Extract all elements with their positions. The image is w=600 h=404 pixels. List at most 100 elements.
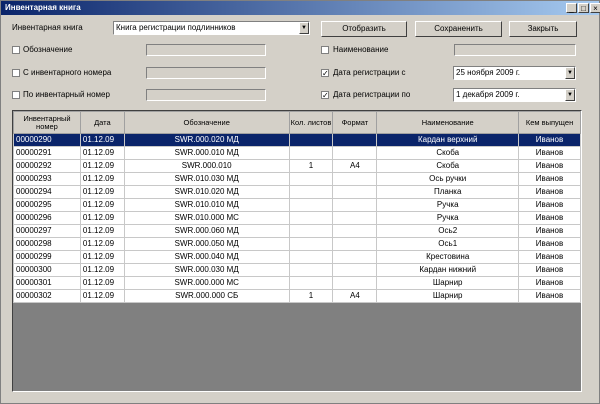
close-window-button[interactable]: × <box>590 3 600 13</box>
from-inv-label: С инвентарного номера <box>23 68 112 77</box>
table-cell: SWR.000.050 МД <box>123 237 290 251</box>
table-cell: Иванов <box>518 224 581 238</box>
table-cell: Скоба <box>376 146 520 160</box>
table-row[interactable]: 00000302 01.12.09 SWR.000.000 СБ 1 A4 Шарнир И… <box>13 289 581 303</box>
table-cell: A4 <box>332 289 378 303</box>
book-select-value: Книга регистрации подлинников <box>116 23 236 32</box>
chevron-down-icon[interactable]: ▼ <box>299 22 309 34</box>
table-cell <box>288 263 334 277</box>
book-label: Инвентарная книга <box>12 23 83 32</box>
display-button[interactable]: Отобразить <box>321 21 407 37</box>
designation-field[interactable] <box>146 44 266 56</box>
date-to-picker[interactable]: 1 декабря 2009 г. ▼ <box>453 88 576 102</box>
chevron-down-icon[interactable]: ▼ <box>565 67 575 79</box>
table-cell: Иванов <box>518 172 581 186</box>
title-bar[interactable]: Инвентарная книга _ □ × <box>1 1 600 15</box>
table-cell <box>288 224 334 238</box>
date-from-checkbox[interactable]: ✓ <box>321 69 329 78</box>
table-row[interactable]: 00000301 01.12.09 SWR.000.000 МС Шарнир Иван… <box>13 276 581 290</box>
column-header[interactable]: Формат <box>332 111 378 134</box>
table-cell: Иванов <box>518 250 581 264</box>
table-cell: Планка <box>376 185 520 199</box>
table-cell: Ось ручки <box>376 172 520 186</box>
save-button[interactable]: Сохраненить <box>415 21 502 37</box>
table-cell <box>288 276 334 290</box>
table-cell: SWR.000.040 МД <box>123 250 290 264</box>
to-inv-label: По инвентарный номер <box>23 90 110 99</box>
table-cell: 01.12.09 <box>79 263 125 277</box>
table-cell: 01.12.09 <box>79 133 125 147</box>
table-row[interactable]: 00000297 01.12.09 SWR.000.060 МД Ось2 Иванов <box>13 224 581 238</box>
table-cell <box>332 185 378 199</box>
table-row[interactable]: 00000295 01.12.09 SWR.010.010 МД Ручка Ивано… <box>13 198 581 212</box>
table-row[interactable]: 00000293 01.12.09 SWR.010.030 МД Ось ручки И… <box>13 172 581 186</box>
table-cell: 00000296 <box>13 211 81 225</box>
table-cell: 01.12.09 <box>79 172 125 186</box>
table-cell: 01.12.09 <box>79 224 125 238</box>
table-row[interactable]: 00000294 01.12.09 SWR.010.020 МД Планка Иван… <box>13 185 581 199</box>
window-title: Инвентарная книга <box>5 3 81 12</box>
table-cell <box>288 237 334 251</box>
name-label: Наименование <box>333 45 389 54</box>
table-cell: 00000298 <box>13 237 81 251</box>
table-cell: SWR.000.030 МД <box>123 263 290 277</box>
table-cell <box>332 172 378 186</box>
table-cell: 01.12.09 <box>79 146 125 160</box>
table-cell: SWR.000.020 МД <box>123 133 290 147</box>
column-header[interactable]: Кем выпущен <box>518 111 581 134</box>
table-cell: Иванов <box>518 198 581 212</box>
chevron-down-icon[interactable]: ▼ <box>565 89 575 101</box>
column-header[interactable]: Кол. листов <box>288 111 334 134</box>
table-cell: 01.12.09 <box>79 289 125 303</box>
close-button[interactable]: Закрыть <box>509 21 577 37</box>
column-header[interactable]: Наименование <box>376 111 520 134</box>
from-inv-field[interactable] <box>146 67 266 79</box>
table-cell: 00000293 <box>13 172 81 186</box>
table-row[interactable]: 00000298 01.12.09 SWR.000.050 МД Ось1 Иванов <box>13 237 581 251</box>
table-cell: Ось1 <box>376 237 520 251</box>
column-header[interactable]: Обозначение <box>123 111 290 134</box>
table-cell: SWR.010.010 МД <box>123 198 290 212</box>
table-cell: Ручка <box>376 198 520 212</box>
table-cell <box>288 185 334 199</box>
table-cell <box>332 237 378 251</box>
column-header[interactable]: Дата <box>79 111 125 134</box>
to-inv-field[interactable] <box>146 89 266 101</box>
date-to-label: Дата регистрации по <box>333 90 411 99</box>
table-cell: 00000291 <box>13 146 81 160</box>
table-cell: Иванов <box>518 263 581 277</box>
date-to-checkbox[interactable]: ✓ <box>321 91 329 100</box>
from-inv-checkbox[interactable] <box>12 69 20 77</box>
table-cell: Иванов <box>518 185 581 199</box>
column-header[interactable]: Инвентарный номер <box>13 111 81 134</box>
inventory-grid[interactable]: Инвентарный номер Дата Обозначение Кол. лис… <box>12 110 582 392</box>
table-cell <box>332 211 378 225</box>
table-cell: Шарнир <box>376 276 520 290</box>
maximize-button[interactable]: □ <box>578 3 589 13</box>
table-cell: Иванов <box>518 289 581 303</box>
to-inv-checkbox[interactable] <box>12 91 20 99</box>
table-row[interactable]: 00000291 01.12.09 SWR.000.010 МД Скоба Ивано… <box>13 146 581 160</box>
designation-checkbox[interactable] <box>12 46 20 54</box>
minimize-button[interactable]: _ <box>566 3 577 13</box>
table-cell: SWR.010.030 МД <box>123 172 290 186</box>
table-cell: Иванов <box>518 146 581 160</box>
table-cell <box>288 198 334 212</box>
table-row[interactable]: 00000299 01.12.09 SWR.000.040 МД Крестовина… <box>13 250 581 264</box>
table-cell: Кардан верхний <box>376 133 520 147</box>
name-checkbox[interactable] <box>321 46 329 54</box>
table-row[interactable]: 00000300 01.12.09 SWR.000.030 МД Кардан ниж… <box>13 263 581 277</box>
table-cell <box>332 198 378 212</box>
inventory-book-window: Инвентарная книга _ □ × Инвентарная книг… <box>0 0 600 404</box>
table-row[interactable]: 00000292 01.12.09 SWR.000.010 1 A4 Скоба Ивано… <box>13 159 581 173</box>
table-row[interactable]: 00000296 01.12.09 SWR.010.000 МС Ручка Ивано… <box>13 211 581 225</box>
inventory-table: Инвентарный номер Дата Обозначение Кол. лис… <box>13 111 581 303</box>
table-cell: SWR.000.000 СБ <box>123 289 290 303</box>
name-field[interactable] <box>454 44 576 56</box>
table-cell: 00000299 <box>13 250 81 264</box>
table-cell: 00000292 <box>13 159 81 173</box>
book-select[interactable]: Книга регистрации подлинников ▼ <box>113 21 310 35</box>
table-row[interactable]: 00000290 01.12.09 SWR.000.020 МД Кардан вер… <box>13 133 581 147</box>
date-from-picker[interactable]: 25 ноября 2009 г. ▼ <box>453 66 576 80</box>
table-cell: Иванов <box>518 159 581 173</box>
